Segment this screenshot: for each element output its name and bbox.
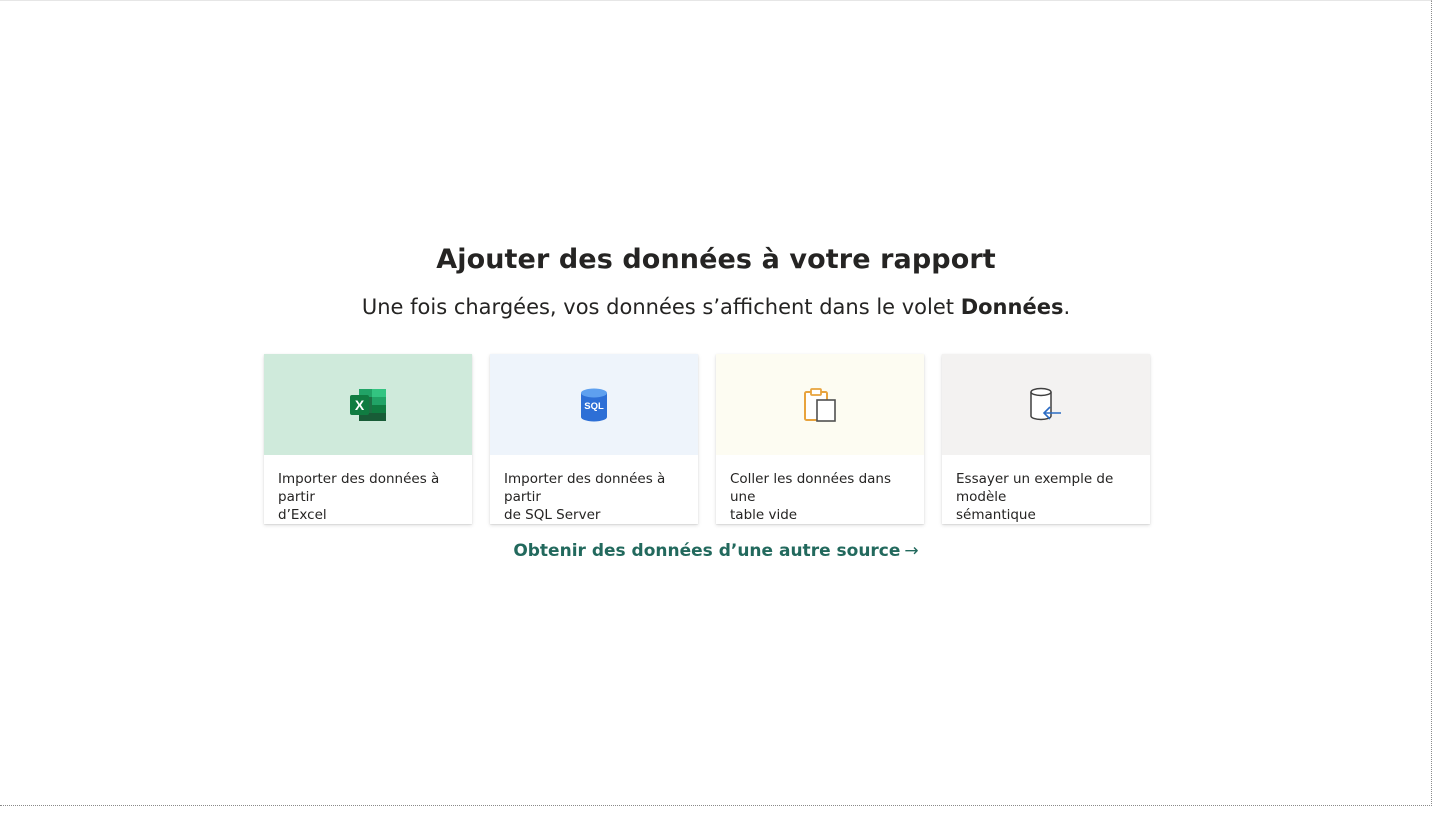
other-source-link[interactable]: Obtenir des données d’une autre source → xyxy=(0,541,1432,561)
subtitle-text: Une fois chargées, vos données s’affiche… xyxy=(361,295,961,319)
page-title: Ajouter des données à votre rapport xyxy=(436,244,996,275)
card-label: Importer des données à partir d’Excel xyxy=(278,471,440,523)
data-source-cards: X Importer des données à partir d’Excel … xyxy=(264,354,1150,524)
sql-server-icon: SQL xyxy=(581,388,607,421)
svg-text:X: X xyxy=(355,397,365,413)
sample-dataset-icon xyxy=(1030,387,1061,420)
card-icon-area: X xyxy=(264,354,472,455)
card-icon-area xyxy=(716,354,924,455)
card-label: Essayer un exemple de modèle sémantique xyxy=(956,471,1114,523)
page-subtitle: Une fois chargées, vos données s’affiche… xyxy=(0,295,1432,319)
card-icon-area: SQL xyxy=(490,354,698,455)
subtitle-bold-text: Données xyxy=(960,295,1064,319)
import-sql-server-card[interactable]: SQL Importer des données à partir de SQL… xyxy=(490,354,698,524)
subtitle-suffix: . xyxy=(1063,295,1071,319)
card-icon-area xyxy=(942,354,1150,455)
paste-data-card[interactable]: Coller les données dans une table vide xyxy=(716,354,924,524)
card-label: Coller les données dans une table vide xyxy=(730,471,892,523)
clipboard-icon xyxy=(804,387,836,422)
sample-semantic-model-card[interactable]: Essayer un exemple de modèle sémantique xyxy=(942,354,1150,524)
other-source-link-text: Obtenir des données d’une autre source xyxy=(513,541,901,561)
excel-icon: X xyxy=(350,388,386,421)
card-label: Importer des données à partir de SQL Ser… xyxy=(504,471,666,523)
import-excel-card[interactable]: X Importer des données à partir d’Excel xyxy=(264,354,472,524)
report-canvas: Ajouter des données à votre rapport Une … xyxy=(0,0,1432,806)
arrow-right-icon: → xyxy=(904,541,919,561)
svg-text:SQL: SQL xyxy=(584,401,604,412)
